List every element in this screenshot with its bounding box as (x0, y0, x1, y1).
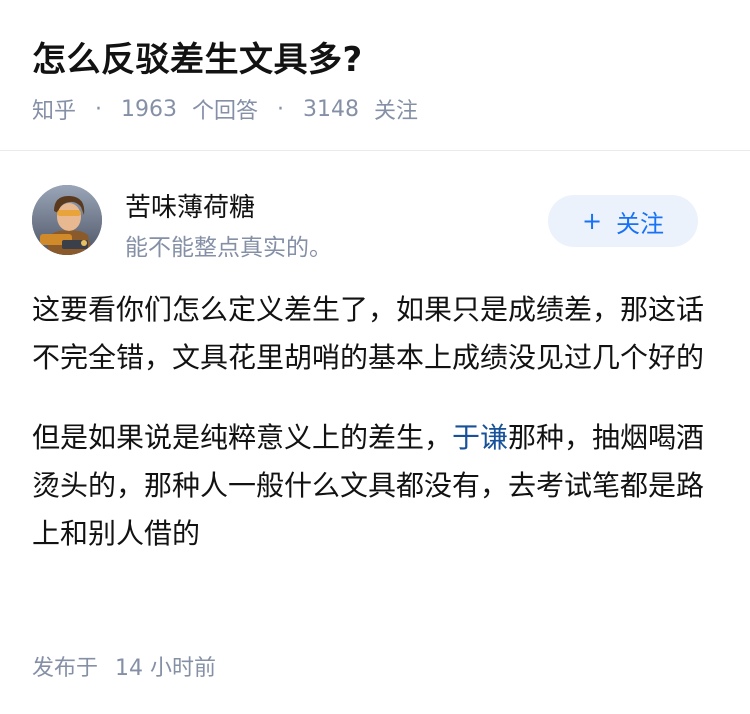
answer-paragraph: 这要看你们怎么定义差生了，如果只是成绩差，那这话不完全错，文具花里胡哨的基本上成… (32, 293, 705, 374)
author-bio: 能不能整点真实的。 (125, 235, 332, 261)
published-time: 14 小时前 (115, 656, 217, 681)
meta-separator: · (277, 96, 285, 122)
mention-link[interactable]: 于谦 (452, 421, 508, 454)
paragraph-text: 但是如果说是纯粹意义上的差生， (32, 421, 453, 454)
answer-content: 这要看你们怎么定义差生了，如果只是成绩差，那这话不完全错，文具花里胡哨的基本上成… (32, 286, 722, 590)
follow-button-label: 关注 (616, 209, 665, 238)
author-name[interactable]: 苦味薄荷糖 (125, 187, 255, 224)
follow-button[interactable]: + 关注 (548, 195, 698, 247)
follower-count-label: 关注 (374, 99, 419, 124)
meta-separator: · (95, 96, 103, 122)
publish-time: 发布于 14 小时前 (32, 650, 216, 682)
author-row: 苦味薄荷糖 能不能整点真实的。 + 关注 (32, 185, 718, 261)
follower-count: 3148 (303, 96, 360, 122)
source-label[interactable]: 知乎 (32, 99, 76, 124)
answer-count-label[interactable]: 个回答 (192, 99, 258, 124)
answer-paragraph: 但是如果说是纯粹意义上的差生，于谦那种，抽烟喝酒烫头的，那种人一般什么文具都没有… (32, 414, 722, 558)
published-label: 发布于 (32, 656, 99, 681)
answer-count: 1963 (121, 96, 178, 122)
avatar[interactable] (32, 185, 102, 255)
question-title[interactable]: 怎么反驳差生文具多? (32, 32, 363, 81)
question-meta: 知乎 · 1963 个回答 · 3148 关注 (32, 93, 418, 125)
header-divider (0, 150, 750, 151)
plus-icon: + (581, 207, 603, 235)
avatar-image (32, 185, 102, 255)
question-header: 怎么反驳差生文具多? 知乎 · 1963 个回答 · 3148 关注 (0, 0, 750, 150)
